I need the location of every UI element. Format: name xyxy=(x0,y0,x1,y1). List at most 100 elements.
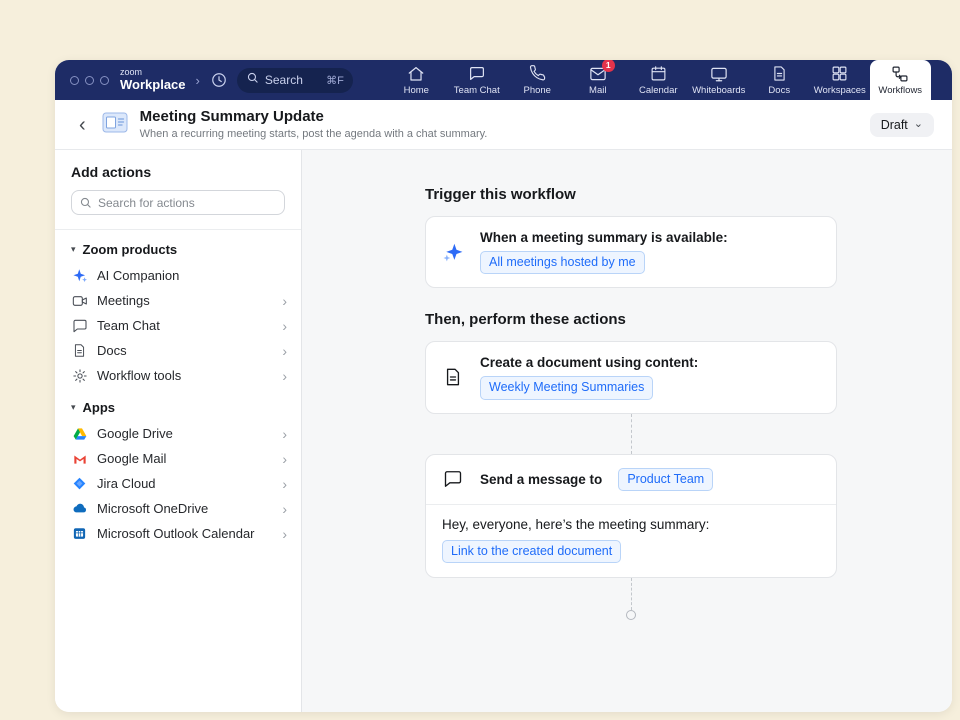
sidebar-section-apps[interactable]: ▾ Apps xyxy=(55,388,301,421)
nav-label: Workspaces xyxy=(814,85,866,96)
item-label: Google Mail xyxy=(97,451,273,466)
search-actions-input[interactable] xyxy=(71,190,285,215)
window-control-dot[interactable] xyxy=(100,76,109,85)
status-label: Draft xyxy=(881,118,908,132)
sidebar-item-microsoft-onedrive[interactable]: Microsoft OneDrive › xyxy=(55,496,301,521)
item-label: Team Chat xyxy=(97,318,273,333)
chat-bubble-icon xyxy=(442,469,464,489)
phone-icon xyxy=(529,65,546,83)
triangle-down-icon: ▾ xyxy=(71,402,76,413)
nav-item-phone[interactable]: Phone xyxy=(507,60,568,100)
history-icon[interactable] xyxy=(210,71,228,89)
nav-item-mail[interactable]: 1 Mail xyxy=(568,60,629,100)
chevron-right-icon: › xyxy=(282,477,287,491)
docs-icon xyxy=(71,343,88,358)
chevron-right-icon: › xyxy=(282,452,287,466)
item-label: Google Drive xyxy=(97,426,273,441)
whiteboards-icon xyxy=(710,65,728,83)
global-search[interactable]: Search ⌘F xyxy=(237,68,353,93)
section-label: Apps xyxy=(83,400,116,415)
nav-label: Workflows xyxy=(878,85,922,96)
item-label: Docs xyxy=(97,343,273,358)
sidebar-item-workflow-tools[interactable]: Workflow tools › xyxy=(55,363,301,388)
home-icon xyxy=(407,65,425,83)
actions-sidebar: Add actions ▾ Zoom products AI Companion… xyxy=(55,150,302,712)
flow-connector xyxy=(631,414,632,454)
chevron-right-icon: › xyxy=(282,502,287,516)
document-content-tag[interactable]: Weekly Meeting Summaries xyxy=(480,376,653,399)
sidebar-item-microsoft-outlook-calendar[interactable]: Microsoft Outlook Calendar › xyxy=(55,521,301,546)
nav-item-workspaces[interactable]: Workspaces xyxy=(810,60,871,100)
message-link-tag[interactable]: Link to the created document xyxy=(442,540,621,563)
section-label: Zoom products xyxy=(83,242,178,257)
sidebar-item-docs[interactable]: Docs › xyxy=(55,338,301,363)
sidebar-item-meetings[interactable]: Meetings › xyxy=(55,288,301,313)
trigger-scope-tag[interactable]: All meetings hosted by me xyxy=(480,251,645,274)
window-control-dot[interactable] xyxy=(70,76,79,85)
nav-label: Mail xyxy=(589,85,606,96)
sidebar-item-team-chat[interactable]: Team Chat › xyxy=(55,313,301,338)
sidebar-item-ai-companion[interactable]: AI Companion xyxy=(55,263,301,288)
sidebar-title: Add actions xyxy=(71,164,285,180)
team-chat-icon xyxy=(71,318,88,334)
nav-item-more-partial[interactable]: M xyxy=(931,60,953,100)
nav-item-workflows[interactable]: Workflows xyxy=(870,60,931,100)
nav-item-home[interactable]: Home xyxy=(386,60,447,100)
item-label: Jira Cloud xyxy=(97,476,273,491)
message-body[interactable]: Hey, everyone, here’s the meeting summar… xyxy=(426,505,836,577)
search-label: Search xyxy=(265,73,303,87)
message-recipient-tag[interactable]: Product Team xyxy=(618,468,713,491)
back-button[interactable]: ‹ xyxy=(75,115,90,135)
team-chat-icon xyxy=(468,65,486,83)
action-card-send-message[interactable]: Send a message to Product Team Hey, ever… xyxy=(425,454,837,579)
flow-end-node[interactable] xyxy=(626,610,636,620)
nav-label: Whiteboards xyxy=(692,85,745,96)
chevron-right-icon: › xyxy=(282,427,287,441)
page-subtitle: When a recurring meeting starts, post th… xyxy=(140,128,488,142)
calendar-icon xyxy=(650,65,667,83)
page-title: Meeting Summary Update xyxy=(140,108,488,127)
chevron-right-icon[interactable]: › xyxy=(195,73,201,88)
chevron-right-icon: › xyxy=(282,527,287,541)
sidebar-item-jira-cloud[interactable]: Jira Cloud › xyxy=(55,471,301,496)
trigger-heading: Trigger this workflow xyxy=(425,186,837,203)
actions-heading: Then, perform these actions xyxy=(425,311,837,328)
action-text: Send a message to xyxy=(480,472,602,487)
nav-item-docs[interactable]: Docs xyxy=(749,60,810,100)
nav-item-calendar[interactable]: Calendar xyxy=(628,60,689,100)
workflows-icon xyxy=(891,65,909,83)
onedrive-icon xyxy=(71,500,88,517)
meetings-icon xyxy=(71,293,88,309)
trigger-card[interactable]: When a meeting summary is available: All… xyxy=(425,216,837,288)
brand-workplace: Workplace xyxy=(120,78,186,92)
top-navbar: zoom Workplace › Search ⌘F Home xyxy=(55,60,952,100)
window-control-dot[interactable] xyxy=(85,76,94,85)
action-card-create-document[interactable]: Create a document using content: Weekly … xyxy=(425,341,837,413)
google-drive-icon xyxy=(71,426,88,442)
trigger-text: When a meeting summary is available: xyxy=(480,230,728,245)
ai-sparkle-icon xyxy=(442,241,464,264)
chevron-right-icon: › xyxy=(282,369,287,383)
window-controls xyxy=(70,76,109,85)
sidebar-item-google-drive[interactable]: Google Drive › xyxy=(55,421,301,446)
nav-item-whiteboards[interactable]: Whiteboards xyxy=(689,60,750,100)
chevron-right-icon: › xyxy=(282,344,287,358)
search-icon xyxy=(246,71,259,89)
jira-icon xyxy=(71,476,88,491)
meeting-summary-icon xyxy=(102,111,128,139)
search-icon xyxy=(79,196,92,209)
search-shortcut: ⌘F xyxy=(326,74,344,87)
zoom-workplace-logo: zoom Workplace xyxy=(120,68,186,91)
item-label: Microsoft OneDrive xyxy=(97,501,273,516)
app-window: zoom Workplace › Search ⌘F Home xyxy=(55,60,952,712)
nav-item-team-chat[interactable]: Team Chat xyxy=(447,60,508,100)
ai-companion-icon xyxy=(71,268,88,284)
gear-icon xyxy=(71,368,88,384)
message-text: Hey, everyone, here’s the meeting summar… xyxy=(442,517,820,532)
sidebar-item-google-mail[interactable]: Google Mail › xyxy=(55,446,301,471)
nav-label: Docs xyxy=(768,85,790,96)
sidebar-section-zoom-products[interactable]: ▾ Zoom products xyxy=(55,230,301,263)
draft-status-dropdown[interactable]: Draft ⌄ xyxy=(870,113,934,137)
title-block: Meeting Summary Update When a recurring … xyxy=(140,108,488,142)
item-label: Microsoft Outlook Calendar xyxy=(97,526,273,541)
